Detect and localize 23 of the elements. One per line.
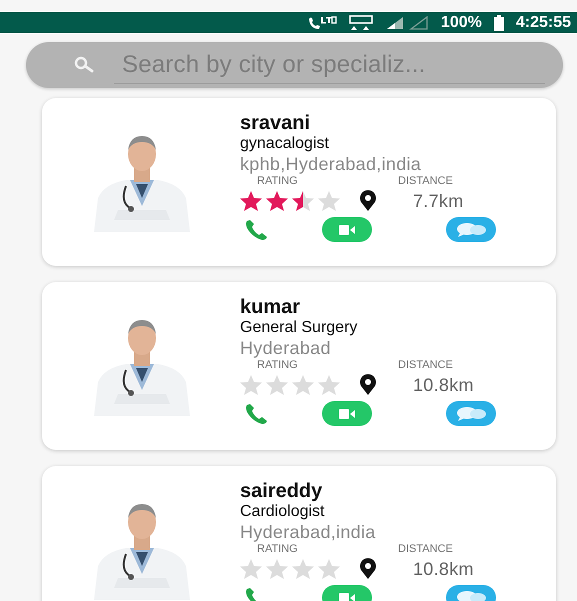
- doctor-location: Hyderabad: [240, 338, 332, 358]
- doctor-card[interactable]: sravani gynacalogist kphb,Hyderabad,india RATING DISTANCE 7.7km: [42, 98, 556, 266]
- distance-value: 7.7km: [413, 190, 464, 212]
- doctor-specialty: gynacalogist: [240, 134, 330, 154]
- rating-label: RATING: [257, 175, 299, 187]
- distance-label: DISTANCE: [398, 543, 453, 555]
- doctor-card[interactable]: kumar General Surgery Hyderabad RATING DISTANCE 10.8km: [42, 282, 556, 450]
- battery-percent: 100%: [440, 14, 482, 32]
- doctor-specialty: Cardiologist: [240, 502, 326, 522]
- distance-value: 10.8km: [413, 374, 474, 396]
- distance-value: 10.8km: [413, 558, 474, 580]
- doctor-name: sravani: [240, 112, 312, 134]
- distance-label: DISTANCE: [398, 175, 453, 187]
- doctor-location: Hyderabad,india: [240, 522, 377, 542]
- doctor-name: kumar: [240, 296, 302, 318]
- clock-time: 4:25:55: [516, 14, 571, 32]
- rating-label: RATING: [257, 359, 299, 371]
- doctor-card[interactable]: saireddy Cardiologist Hyderabad,india RATING DISTANCE 10.8km: [42, 466, 556, 601]
- doctor-specialty: General Surgery: [240, 318, 358, 338]
- doctor-name: saireddy: [240, 480, 324, 502]
- doctor-location: kphb,Hyderabad,india: [240, 154, 422, 174]
- distance-label: DISTANCE: [398, 359, 453, 371]
- rating-label: RATING: [257, 543, 299, 555]
